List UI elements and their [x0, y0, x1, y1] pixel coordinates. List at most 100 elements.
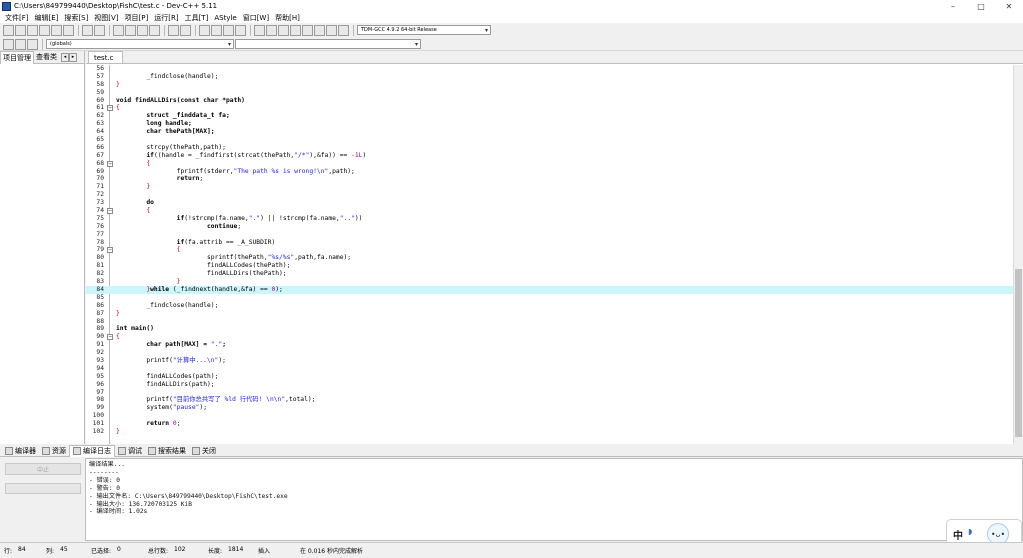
add-to-project-button[interactable] — [211, 24, 222, 36]
code-line[interactable]: 77 — [86, 231, 1013, 239]
scrollbar-thumb[interactable] — [1015, 269, 1022, 437]
find-next-button[interactable] — [137, 24, 148, 36]
code-line[interactable]: 73 do — [86, 199, 1013, 207]
close-window-button[interactable]: ✕ — [995, 0, 1023, 12]
find-button[interactable] — [113, 24, 124, 36]
project-options-button[interactable] — [235, 24, 246, 36]
save-button[interactable] — [27, 24, 38, 36]
code-line[interactable]: 82 findALLDirs(thePath); — [86, 270, 1013, 278]
goto-line-button[interactable] — [149, 24, 160, 36]
menu-item[interactable]: 帮助[H] — [272, 13, 303, 23]
editor-tab-test-c[interactable]: test.c — [88, 51, 123, 63]
fullscreen-button[interactable] — [168, 24, 179, 36]
code-line[interactable]: 76 continue; — [86, 223, 1013, 231]
code-line[interactable]: 80 sprintf(thePath,"%s/%s",path,fa.name)… — [86, 254, 1013, 262]
fold-toggle-icon[interactable]: − — [107, 105, 113, 112]
code-line[interactable]: 71 } — [86, 183, 1013, 191]
menu-item[interactable]: 工具[T] — [182, 13, 212, 23]
tab-debug[interactable]: 调试 — [115, 445, 145, 457]
moon-icon[interactable]: ◗ — [968, 527, 972, 536]
code-line[interactable]: 86 _findclose(handle); — [86, 302, 1013, 310]
new-file-button[interactable] — [3, 24, 14, 36]
scope-select[interactable]: (globals) — [46, 39, 234, 49]
redo-button[interactable] — [94, 24, 105, 36]
code-line[interactable]: 100 — [86, 412, 1013, 420]
code-line[interactable]: 69 fprintf(stderr,"The path %s is wrong!… — [86, 168, 1013, 176]
goto-declaration-button[interactable] — [3, 38, 14, 50]
code-line[interactable]: 95 findALLCodes(path); — [86, 373, 1013, 381]
editor-vertical-scrollbar[interactable] — [1013, 65, 1023, 444]
code-line[interactable]: 79− { — [86, 246, 1013, 254]
tab-compiler[interactable]: 编译器 — [2, 445, 39, 457]
compile-log-output[interactable]: 编译结果... -------- - 错误: 0- 警告: 0- 输出文件名: C:… — [85, 458, 1023, 541]
tab-scroll-right-icon[interactable]: ▸ — [69, 52, 77, 62]
menu-item[interactable]: 项目[P] — [122, 13, 152, 23]
abort-compilation-button[interactable]: 中止 — [5, 463, 81, 475]
compile-run-button[interactable] — [278, 24, 289, 36]
code-line[interactable]: 87} — [86, 310, 1013, 318]
code-line[interactable]: 62 struct _finddata_t fa; — [86, 112, 1013, 120]
tab-resources[interactable]: 资源 — [39, 445, 69, 457]
code-line[interactable]: 93 printf("计算中...\n"); — [86, 357, 1013, 365]
code-line[interactable]: 98 printf("目前你总共写了 %ld 行代码! \n\n",total)… — [86, 396, 1013, 404]
new-project-button[interactable] — [199, 24, 210, 36]
code-line[interactable]: 59 — [86, 89, 1013, 97]
save-all-button[interactable] — [39, 24, 50, 36]
menu-item[interactable]: AStyle — [211, 14, 239, 22]
code-line[interactable]: 101 return 0; — [86, 420, 1013, 428]
code-line[interactable]: 63 long handle; — [86, 120, 1013, 128]
code-line[interactable]: 91 char path[MAX] = "."; — [86, 341, 1013, 349]
tab-close[interactable]: 关闭 — [189, 445, 219, 457]
tab-class-browser[interactable]: 查看类 — [34, 51, 59, 64]
menu-item[interactable]: 搜索[S] — [61, 13, 91, 23]
fold-toggle-icon[interactable]: − — [107, 334, 113, 341]
code-line[interactable]: 70 return; — [86, 175, 1013, 183]
minimize-button[interactable]: – — [939, 0, 967, 12]
menu-item[interactable]: 编辑[E] — [32, 13, 62, 23]
code-line[interactable]: 68− { — [86, 160, 1013, 168]
code-line[interactable]: 67 if((handle = _findfirst(strcat(thePat… — [86, 152, 1013, 160]
menu-item[interactable]: 文件[F] — [2, 13, 32, 23]
code-line[interactable]: 92 — [86, 349, 1013, 357]
tab-compile-log[interactable]: 编译日志 — [69, 444, 115, 457]
code-line[interactable]: 78 if(fa.attrib == _A_SUBDIR) — [86, 239, 1013, 247]
debug-button[interactable] — [338, 24, 349, 36]
code-line[interactable]: 66 strcpy(thePath,path); — [86, 144, 1013, 152]
bookmark-button[interactable] — [27, 38, 38, 50]
code-line[interactable]: 58} — [86, 81, 1013, 89]
code-line[interactable]: 65 — [86, 136, 1013, 144]
rebuild-all-button[interactable] — [290, 24, 301, 36]
print-button[interactable] — [63, 24, 74, 36]
fold-toggle-icon[interactable]: − — [107, 208, 113, 215]
symbol-select[interactable] — [235, 39, 421, 49]
code-line[interactable]: 94 — [86, 365, 1013, 373]
code-line[interactable]: 56 — [86, 65, 1013, 73]
tab-project-manager[interactable]: 项目管理 — [0, 50, 34, 64]
code-line[interactable]: 64 char thePath[MAX]; — [86, 128, 1013, 136]
code-line[interactable]: 84 }while (_findnext(handle,&fa) == 0); — [86, 285, 1013, 294]
code-text-area[interactable]: 56 57 _findclose(handle); 58} 59 60 void find… — [86, 65, 1013, 444]
open-file-button[interactable] — [15, 24, 26, 36]
code-line[interactable]: 85 — [86, 294, 1013, 302]
menu-item[interactable]: 视图[V] — [91, 13, 121, 23]
tab-search-results[interactable]: 搜索结果 — [145, 445, 189, 457]
menu-item[interactable]: 窗口[W] — [240, 13, 272, 23]
code-line[interactable]: 88 — [86, 318, 1013, 326]
menu-item[interactable]: 运行[R] — [151, 13, 181, 23]
run-button[interactable] — [266, 24, 277, 36]
maximize-button[interactable]: □ — [967, 0, 995, 12]
compiler-select[interactable]: TDM-GCC 4.9.2 64-bit Release — [357, 25, 491, 35]
code-line[interactable]: 81 findALLCodes(thePath); — [86, 262, 1013, 270]
code-line[interactable]: 83 } — [86, 278, 1013, 286]
stop-execution-button[interactable] — [314, 24, 325, 36]
code-line[interactable]: 60 void findALLDirs(const char *path) — [86, 97, 1013, 105]
tab-scroll-left-icon[interactable]: ◂ — [61, 52, 69, 62]
indent-button[interactable] — [180, 24, 191, 36]
replace-button[interactable] — [125, 24, 136, 36]
compile-button[interactable] — [254, 24, 265, 36]
goto-definition-button[interactable] — [15, 38, 26, 50]
code-line[interactable]: 89 int main() — [86, 325, 1013, 333]
code-line[interactable]: 75 if(!strcmp(fa.name,".") || !strcmp(fa… — [86, 215, 1013, 223]
fold-toggle-icon[interactable]: − — [107, 247, 113, 254]
undo-button[interactable] — [82, 24, 93, 36]
